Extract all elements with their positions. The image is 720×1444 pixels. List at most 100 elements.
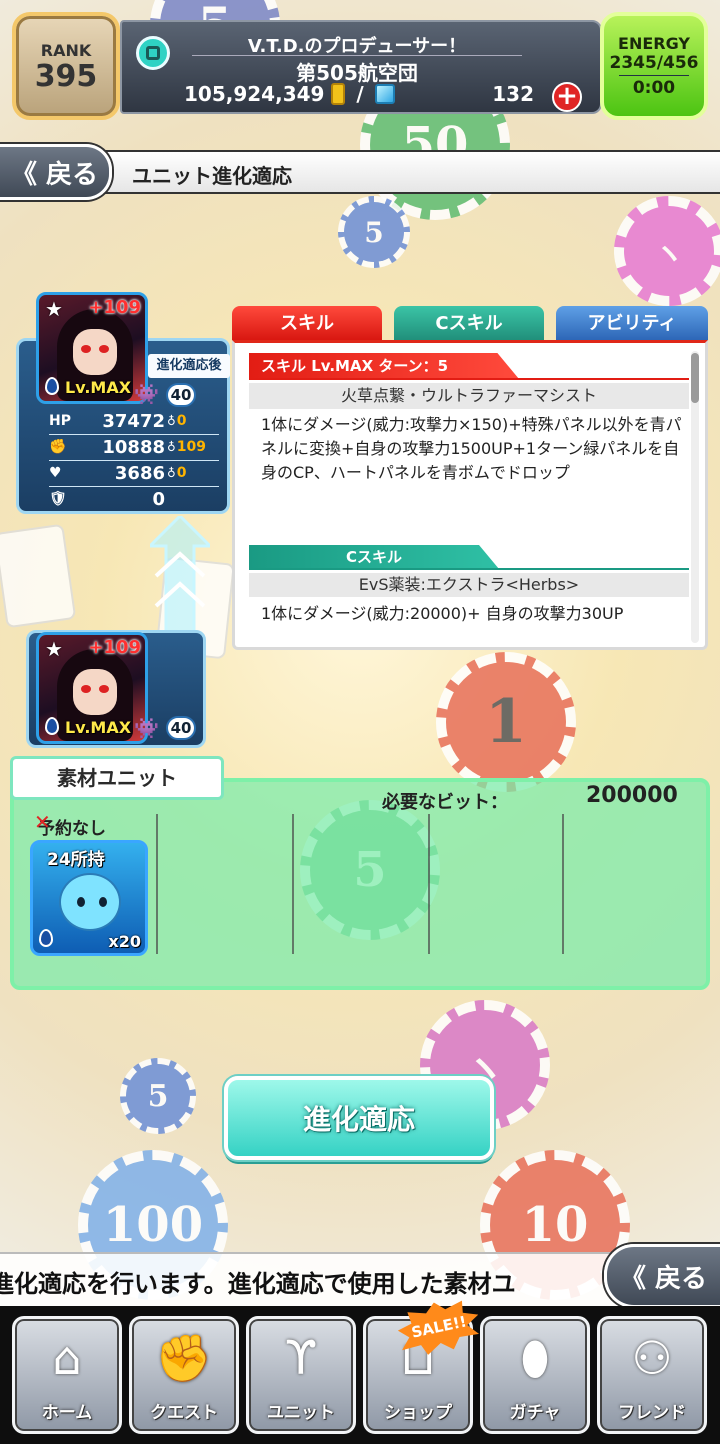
star-icon: ★ bbox=[45, 297, 63, 321]
gem-count: 132 bbox=[492, 82, 534, 106]
material-label: 素材ユニット bbox=[10, 756, 224, 800]
currency-separator: / bbox=[356, 82, 364, 106]
stat-attack: ✊ 10888 109 bbox=[49, 437, 219, 461]
skill-tabs: スキル Cスキル アビリティ bbox=[232, 306, 708, 342]
required-bits-label: 必要なビット： bbox=[382, 792, 508, 813]
skill-name: 火草点繋・ウルトラファーマシスト bbox=[249, 383, 689, 409]
playing-card-decoration bbox=[0, 523, 77, 629]
level-badge: 40 bbox=[166, 716, 196, 740]
stat-bonus: 0 bbox=[167, 465, 187, 481]
handshake-icon: ✊ bbox=[155, 1331, 213, 1385]
add-gems-button[interactable]: + bbox=[552, 82, 582, 112]
energy-label: ENERGY bbox=[618, 34, 690, 53]
nav-label: クエスト bbox=[150, 1403, 218, 1423]
material-quantity: x20 bbox=[108, 932, 141, 951]
material-unit-card[interactable]: 24所持 x20 bbox=[30, 840, 148, 956]
money-value: 105,924,349 bbox=[184, 82, 325, 106]
no-reservation[interactable]: ✕ 予約なし bbox=[34, 810, 106, 839]
water-element-icon bbox=[45, 717, 59, 735]
tab-ability[interactable]: アビリティ bbox=[556, 306, 708, 342]
skill-description: 1体にダメージ(威力:攻撃力×150)+特殊パネル以外を青パネルに変換+自身の攻… bbox=[261, 415, 682, 482]
evolved-unit-portrait[interactable]: ★ +109 Lv.MAX bbox=[36, 292, 148, 404]
plus-value: +109 bbox=[88, 297, 141, 318]
divider bbox=[249, 378, 689, 380]
cskill-name: EvS薬装:エクストラ<Herbs> bbox=[249, 573, 689, 597]
slot-divider bbox=[562, 814, 564, 954]
divider bbox=[249, 568, 689, 570]
energy-badge[interactable]: ENERGY 2345/456 0:00 bbox=[600, 12, 708, 120]
star-icon: ★ bbox=[45, 637, 63, 661]
nav-home[interactable]: ⌂ ホーム bbox=[12, 1316, 122, 1434]
invader-icon: 👾 bbox=[134, 382, 159, 406]
skill-header: スキル Lv.MAX ターン：5 bbox=[249, 353, 519, 379]
nav-label: ユニット bbox=[267, 1403, 335, 1423]
stat-bonus: 0 bbox=[167, 413, 187, 429]
casino-chip-decoration: 1 bbox=[436, 652, 576, 792]
stat-value: 37472 bbox=[102, 411, 165, 432]
coin-icon bbox=[331, 83, 346, 105]
slot-divider bbox=[428, 814, 430, 954]
heart-icon: ♥ bbox=[49, 465, 62, 481]
casino-chip-decoration: ヽ bbox=[614, 196, 720, 306]
stat-bonus: 109 bbox=[167, 439, 206, 455]
energy-value: 2345/456 bbox=[609, 53, 699, 73]
rank-label: RANK bbox=[40, 40, 92, 60]
level-badge: 40 bbox=[166, 383, 196, 407]
nav-quest[interactable]: ✊ クエスト bbox=[129, 1316, 239, 1434]
plus-value: +109 bbox=[88, 637, 141, 658]
people-icon: ⚇ bbox=[631, 1331, 673, 1385]
cross-icon: ✕ bbox=[34, 810, 51, 834]
stat-hp: HP 37472 0 bbox=[49, 411, 219, 435]
nav-gacha[interactable]: ⬮ ガチャ bbox=[480, 1316, 590, 1434]
ticker-text: 進化適応を行います。進化適応で使用した素材ユ bbox=[0, 1270, 516, 1298]
player-info-bar[interactable]: V.T.D.のプロデューサー！ 第505航空団 105,924,349 / 13… bbox=[120, 20, 602, 114]
required-bits-value: 200000 bbox=[586, 783, 678, 808]
scrollbar-thumb[interactable] bbox=[691, 353, 699, 403]
stat-value: 0 bbox=[152, 489, 165, 510]
base-unit-portrait[interactable]: ★ +109 Lv.MAX bbox=[36, 632, 148, 744]
stat-key: HP bbox=[49, 413, 71, 429]
stat-value: 3686 bbox=[114, 463, 165, 484]
tab-skill[interactable]: スキル bbox=[232, 306, 382, 342]
slot-divider bbox=[156, 814, 158, 954]
player-id-icon[interactable] bbox=[136, 36, 170, 70]
currency-display: 105,924,349 / bbox=[184, 82, 395, 106]
evolved-label: 進化適応後 bbox=[148, 354, 230, 378]
rank-badge: RANK 395 bbox=[12, 12, 120, 120]
stat-heal: ♥ 3686 0 bbox=[49, 463, 219, 487]
cskill-header: Cスキル bbox=[249, 545, 499, 569]
owned-count: 24所持 bbox=[47, 850, 105, 870]
energy-timer: 0:00 bbox=[632, 78, 676, 98]
invader-icon: 👾 bbox=[134, 716, 159, 740]
nav-friend[interactable]: ⚇ フレンド bbox=[597, 1316, 707, 1434]
nav-label: フレンド bbox=[618, 1403, 686, 1423]
nav-label: ホーム bbox=[41, 1403, 93, 1423]
water-element-icon bbox=[45, 377, 59, 395]
home-icon: ⌂ bbox=[52, 1331, 82, 1385]
water-element-icon bbox=[39, 929, 53, 947]
shield-icon: 🛡 bbox=[49, 491, 67, 507]
nav-unit[interactable]: ϒ ユニット bbox=[246, 1316, 356, 1434]
top-status-bar: RANK 395 V.T.D.のプロデューサー！ 第505航空団 105,924… bbox=[0, 0, 720, 130]
skill-detail-panel[interactable]: スキル Lv.MAX ターン：5 火草点繋・ウルトラファーマシスト 1体にダメー… bbox=[232, 340, 708, 650]
egg-icon: ⬮ bbox=[520, 1331, 550, 1385]
level-label: Lv.MAX bbox=[65, 718, 132, 737]
back-button[interactable]: 《 戻る bbox=[604, 1244, 720, 1308]
rank-value: 395 bbox=[34, 58, 98, 94]
tab-cskill[interactable]: Cスキル bbox=[394, 306, 544, 342]
casino-chip-decoration: 5 bbox=[120, 1058, 196, 1134]
level-label: Lv.MAX bbox=[65, 378, 132, 397]
rabbit-icon: ϒ bbox=[284, 1331, 318, 1385]
stat-defense: 🛡 0 bbox=[49, 489, 219, 513]
slot-divider bbox=[292, 814, 294, 954]
gem-icon bbox=[374, 84, 395, 104]
nav-label: ショップ bbox=[384, 1403, 452, 1423]
stat-value: 10888 bbox=[102, 437, 165, 458]
fist-icon: ✊ bbox=[49, 439, 67, 455]
nav-label: ガチャ bbox=[509, 1403, 561, 1423]
back-button[interactable]: 《 戻る bbox=[0, 144, 112, 200]
cskill-description: 1体にダメージ(威力:20000)+ 自身の攻撃力30UP bbox=[261, 604, 624, 623]
page-title: ユニット進化適応 bbox=[132, 164, 292, 188]
divider bbox=[619, 75, 689, 76]
evolve-button[interactable]: 進化適応 bbox=[224, 1076, 494, 1160]
